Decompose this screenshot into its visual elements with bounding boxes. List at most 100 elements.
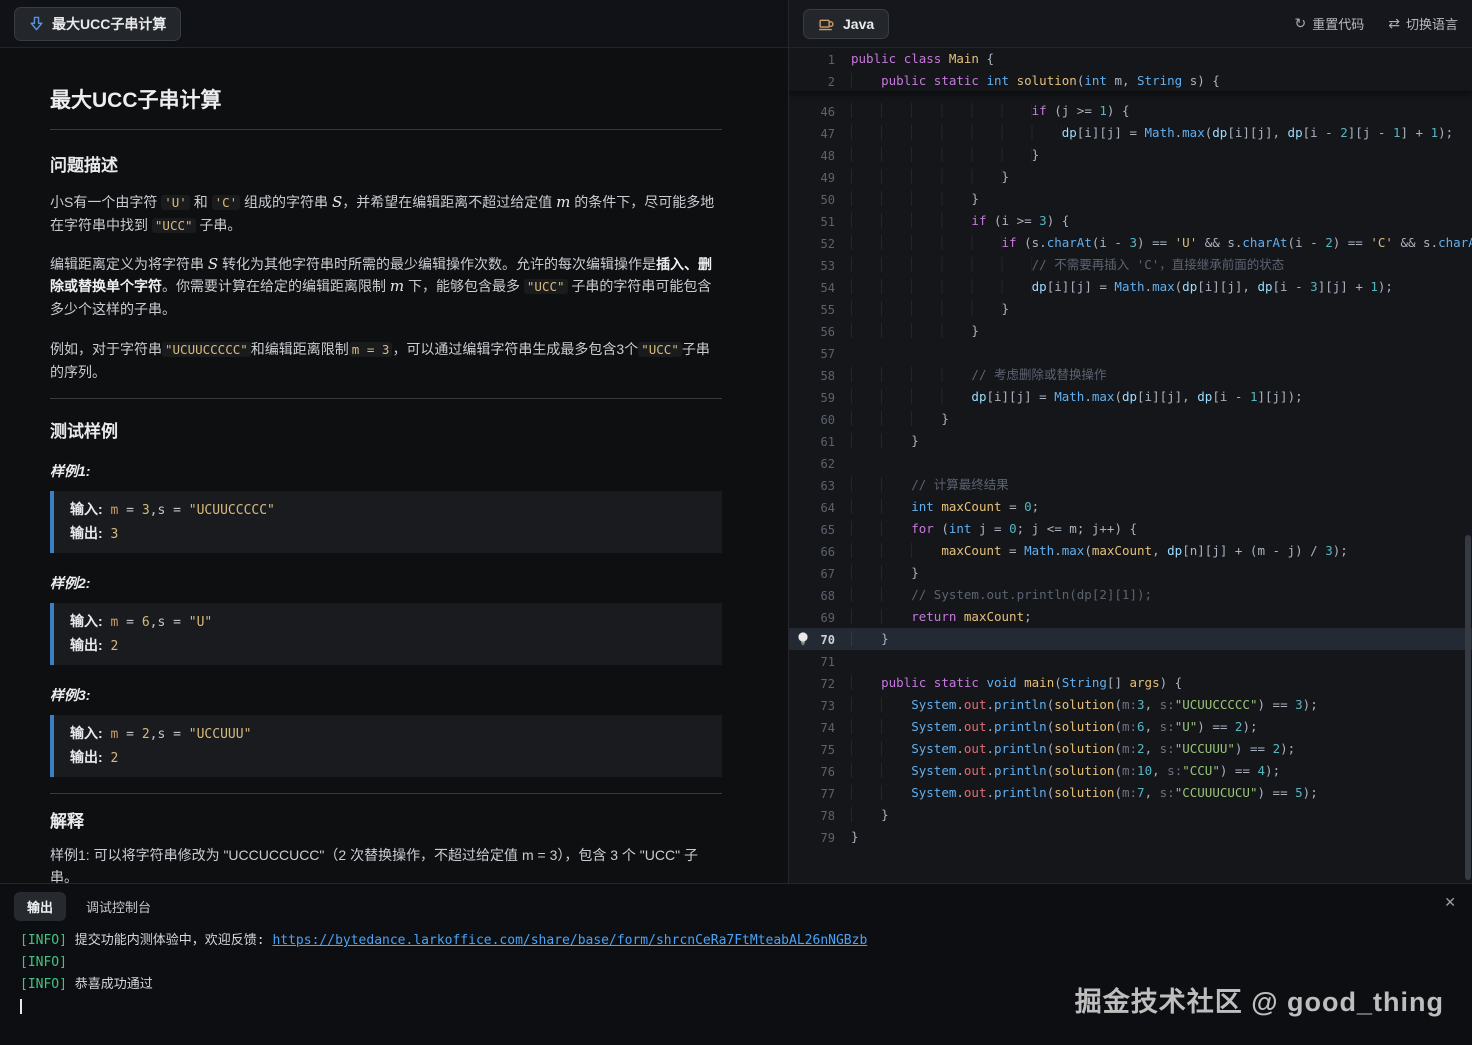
gutter: 79 — [820, 831, 835, 845]
code-line-49[interactable]: 49 } — [789, 166, 1472, 188]
section-heading-explanation: 解释 — [50, 812, 84, 831]
example-2-output: 输出: 2 — [70, 637, 119, 654]
code-line-59[interactable]: 59 dp[i][j] = Math.max(dp[i][j], dp[i - … — [789, 386, 1472, 408]
code-line-48[interactable]: 48 } — [789, 144, 1472, 166]
console-log-line: [INFO] — [20, 952, 1452, 974]
console-log-line: [INFO] 提交功能内测体验中，欢迎反馈: https://bytedance… — [20, 930, 1452, 952]
log-level-badge: [INFO] — [20, 933, 67, 948]
console-panel: 输出 调试控制台 ✕ [INFO] 提交功能内测体验中，欢迎反馈: https:… — [0, 883, 1472, 1045]
code-line-52[interactable]: 52 if (s.charAt(i - 3) == 'U' && s.charA… — [789, 232, 1472, 254]
problem-tab[interactable]: 最大UCC子串计算 — [14, 6, 182, 41]
gutter: 51 — [820, 215, 835, 229]
gutter: 52 — [820, 237, 835, 251]
code-line-57[interactable]: 57 — [789, 342, 1472, 364]
code-line-76[interactable]: 76 System.out.println(solution(m:10, s:"… — [789, 760, 1472, 782]
code-line-71[interactable]: 71 — [789, 650, 1472, 672]
watermark: 掘金技术社区 @ good_thing — [1074, 987, 1444, 1017]
log-message: 恭喜成功通过 — [66, 977, 153, 992]
language-tab-java[interactable]: Java — [803, 8, 890, 39]
page-title: 最大UCC子串计算 — [50, 89, 222, 112]
arrow-down-icon — [29, 16, 44, 32]
code-line-2[interactable]: 2 public static int solution(int m, Stri… — [789, 70, 1472, 92]
code-line-62[interactable]: 62 — [789, 452, 1472, 474]
code-line-58[interactable]: 58 // 考虑删除或替换操作 — [789, 364, 1472, 386]
section-heading-examples: 测试样例 — [50, 422, 118, 441]
language-tab-label: Java — [843, 15, 875, 32]
gutter: 68 — [820, 589, 835, 603]
code-line-63[interactable]: 63 // 计算最终结果 — [789, 474, 1472, 496]
code-line-78[interactable]: 78 } — [789, 804, 1472, 826]
editor-scrollbar-thumb[interactable] — [1465, 535, 1471, 880]
gutter: 78 — [820, 809, 835, 823]
code-line-1[interactable]: 1 public class Main { — [789, 48, 1472, 70]
editor-panel: Java ↻ 重置代码 ⇄ 切换语言 1 public class Main {2… — [789, 0, 1472, 883]
example-2-block: 输入: m = 6,s = "U" 输出: 2 — [50, 603, 722, 665]
gutter: 75 — [820, 743, 835, 757]
problem-panel-header: 最大UCC子串计算 — [0, 0, 788, 48]
gutter: 69 — [820, 611, 835, 625]
gutter: 76 — [820, 765, 835, 779]
gutter: 59 — [820, 391, 835, 405]
gutter: 60 — [820, 413, 835, 427]
code-line-74[interactable]: 74 System.out.println(solution(m:6, s:"U… — [789, 716, 1472, 738]
code-line-67[interactable]: 67 } — [789, 562, 1472, 584]
code-line-73[interactable]: 73 System.out.println(solution(m:3, s:"U… — [789, 694, 1472, 716]
example-1-input: 输入: m = 3,s = "UCUUCCCCC" — [70, 501, 275, 518]
code-line-70[interactable]: 70 } — [789, 628, 1472, 650]
description-paragraph-1: 小S有一个由字符 'U' 和 'C' 组成的字符串 S，并希望在编辑距离不超过给… — [50, 193, 715, 233]
close-icon[interactable]: ✕ — [1444, 894, 1456, 911]
tab-output[interactable]: 输出 — [14, 891, 67, 921]
code-line-51[interactable]: 51 if (i >= 3) { — [789, 210, 1472, 232]
java-cup-icon — [818, 16, 835, 32]
reset-code-button[interactable]: ↻ 重置代码 — [1295, 14, 1365, 33]
code-line-46[interactable]: 46 if (j >= 1) { — [789, 100, 1472, 122]
gutter: 61 — [820, 435, 835, 449]
reset-icon: ↻ — [1294, 15, 1307, 32]
gutter — [789, 92, 851, 100]
gutter: 1 — [827, 53, 835, 67]
divider — [50, 793, 722, 794]
code-line-77[interactable]: 77 System.out.println(solution(m:7, s:"C… — [789, 782, 1472, 804]
gutter: 64 — [820, 501, 835, 515]
console-tabs: 输出 调试控制台 ✕ — [0, 884, 1472, 921]
switch-language-button[interactable]: ⇄ 切换语言 — [1388, 14, 1458, 33]
description-paragraph-2: 编辑距离定义为将字符串 S 转化为其他字符串时所需的最少编辑操作次数。允许的每次… — [50, 255, 713, 317]
gutter: 66 — [820, 545, 835, 559]
code-line-47[interactable]: 47 dp[i][j] = Math.max(dp[i][j], dp[i - … — [789, 122, 1472, 144]
gutter: 49 — [820, 171, 835, 185]
gutter: 47 — [820, 127, 835, 141]
code-line-61[interactable]: 61 } — [789, 430, 1472, 452]
code-line-65[interactable]: 65 for (int j = 0; j <= m; j++) { — [789, 518, 1472, 540]
feedback-link[interactable]: https://bytedance.larkoffice.com/share/b… — [272, 933, 867, 948]
text-cursor — [20, 999, 22, 1014]
code-line-53[interactable]: 53 // 不需要再插入 'C'，直接继承前面的状态 — [789, 254, 1472, 276]
code-line-66[interactable]: 66 maxCount = Math.max(maxCount, dp[n][j… — [789, 540, 1472, 562]
gutter: 54 — [820, 281, 835, 295]
code-line-72[interactable]: 72 public static void main(String[] args… — [789, 672, 1472, 694]
problem-document: 最大UCC子串计算 问题描述 小S有一个由字符 'U' 和 'C' 组成的字符串… — [0, 48, 788, 883]
example-3-label: 样例3: — [50, 687, 91, 703]
explanation-paragraph-1: 样例1: 可以将字符串修改为 "UCCUCCUCC"（2 次替换操作，不超过给定… — [50, 847, 698, 883]
code-line-75[interactable]: 75 System.out.println(solution(m:2, s:"U… — [789, 738, 1472, 760]
gutter: 58 — [820, 369, 835, 383]
gutter: 71 — [820, 655, 835, 669]
gutter: 67 — [820, 567, 835, 581]
code-editor[interactable]: 1 public class Main {2 public static int … — [789, 48, 1472, 883]
tab-debug-console[interactable]: 调试控制台 — [86, 897, 151, 916]
code-line-55[interactable]: 55 } — [789, 298, 1472, 320]
code-line-54[interactable]: 54 dp[i][j] = Math.max(dp[i][j], dp[i - … — [789, 276, 1472, 298]
code-line-60[interactable]: 60 } — [789, 408, 1472, 430]
code-line-68[interactable]: 68 // System.out.println(dp[2][1]); — [789, 584, 1472, 606]
code-line-blank[interactable]: // 在当前位置插入 'C'，更新 dp 状态 — [789, 92, 1472, 100]
gutter: 74 — [820, 721, 835, 735]
code-line-69[interactable]: 69 return maxCount; — [789, 606, 1472, 628]
code-line-56[interactable]: 56 } — [789, 320, 1472, 342]
section-heading-description: 问题描述 — [50, 156, 118, 175]
code-line-64[interactable]: 64 int maxCount = 0; — [789, 496, 1472, 518]
gutter: 73 — [820, 699, 835, 713]
gutter: 48 — [820, 149, 835, 163]
gutter: 55 — [820, 303, 835, 317]
code-line-50[interactable]: 50 } — [789, 188, 1472, 210]
example-2-input: 输入: m = 6,s = "U" — [70, 613, 213, 630]
code-line-79[interactable]: 79} — [789, 826, 1472, 848]
